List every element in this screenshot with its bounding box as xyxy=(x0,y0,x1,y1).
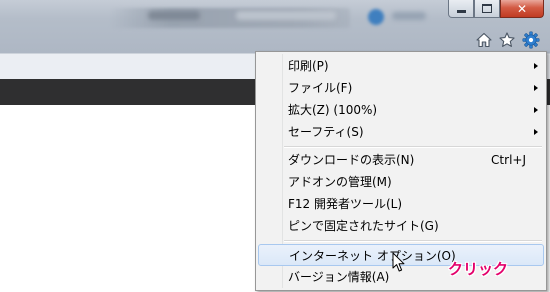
menu-item-label: F12 開発者ツール(L) xyxy=(288,197,403,211)
submenu-arrow-icon xyxy=(534,85,538,91)
menu-item-label: 印刷(P) xyxy=(288,59,329,73)
maximize-icon xyxy=(482,4,492,13)
menu-item-label: バージョン情報(A) xyxy=(288,270,390,284)
star-icon xyxy=(499,32,515,47)
mouse-cursor-icon xyxy=(392,252,406,277)
tools-button[interactable] xyxy=(521,30,541,50)
menu-item-file[interactable]: ファイル(F) xyxy=(258,77,544,99)
menu-item-print[interactable]: 印刷(P) xyxy=(258,55,544,77)
menu-item-label: ファイル(F) xyxy=(288,81,353,95)
menu-item-dev-tools[interactable]: F12 開発者ツール(L) xyxy=(258,193,544,215)
maximize-button[interactable] xyxy=(474,0,500,18)
blurred-search-box xyxy=(236,11,336,20)
menu-item-label: インターネット オプション(O) xyxy=(289,249,456,263)
menu-item-manage-addons[interactable]: アドオンの管理(M) xyxy=(258,171,544,193)
blurred-tab-title xyxy=(392,12,426,20)
menu-item-zoom[interactable]: 拡大(Z) (100%) xyxy=(258,99,544,121)
blurred-text xyxy=(148,11,200,20)
home-button[interactable] xyxy=(474,30,494,50)
blurred-tab-icon xyxy=(368,9,384,25)
browser-title-bar: ✕ xyxy=(0,0,550,53)
favorites-button[interactable] xyxy=(497,30,517,50)
close-icon: ✕ xyxy=(516,1,528,16)
menu-item-safety[interactable]: セーフティ(S) xyxy=(258,121,544,143)
menu-item-label: ダウンロードの表示(N) xyxy=(288,153,415,167)
menu-item-label: 拡大(Z) (100%) xyxy=(288,103,378,117)
menu-item-shortcut: Ctrl+J xyxy=(491,153,526,167)
submenu-arrow-icon xyxy=(534,129,538,135)
gear-icon xyxy=(522,31,540,49)
minimize-button[interactable] xyxy=(448,0,474,18)
close-button[interactable]: ✕ xyxy=(500,0,544,18)
submenu-arrow-icon xyxy=(534,107,538,113)
submenu-arrow-icon xyxy=(534,63,538,69)
menu-item-pinned-sites[interactable]: ピンで固定されたサイト(G) xyxy=(258,215,544,237)
menu-separator xyxy=(284,240,542,242)
menu-separator xyxy=(284,146,542,148)
menu-item-view-downloads[interactable]: ダウンロードの表示(N) Ctrl+J xyxy=(258,149,544,171)
menu-item-label: アドオンの管理(M) xyxy=(288,175,392,189)
menu-item-label: ピンで固定されたサイト(G) xyxy=(288,219,439,233)
minimize-icon xyxy=(456,10,466,13)
click-annotation: クリック xyxy=(448,260,509,278)
home-icon xyxy=(476,32,492,48)
menu-item-label: セーフティ(S) xyxy=(288,125,364,139)
